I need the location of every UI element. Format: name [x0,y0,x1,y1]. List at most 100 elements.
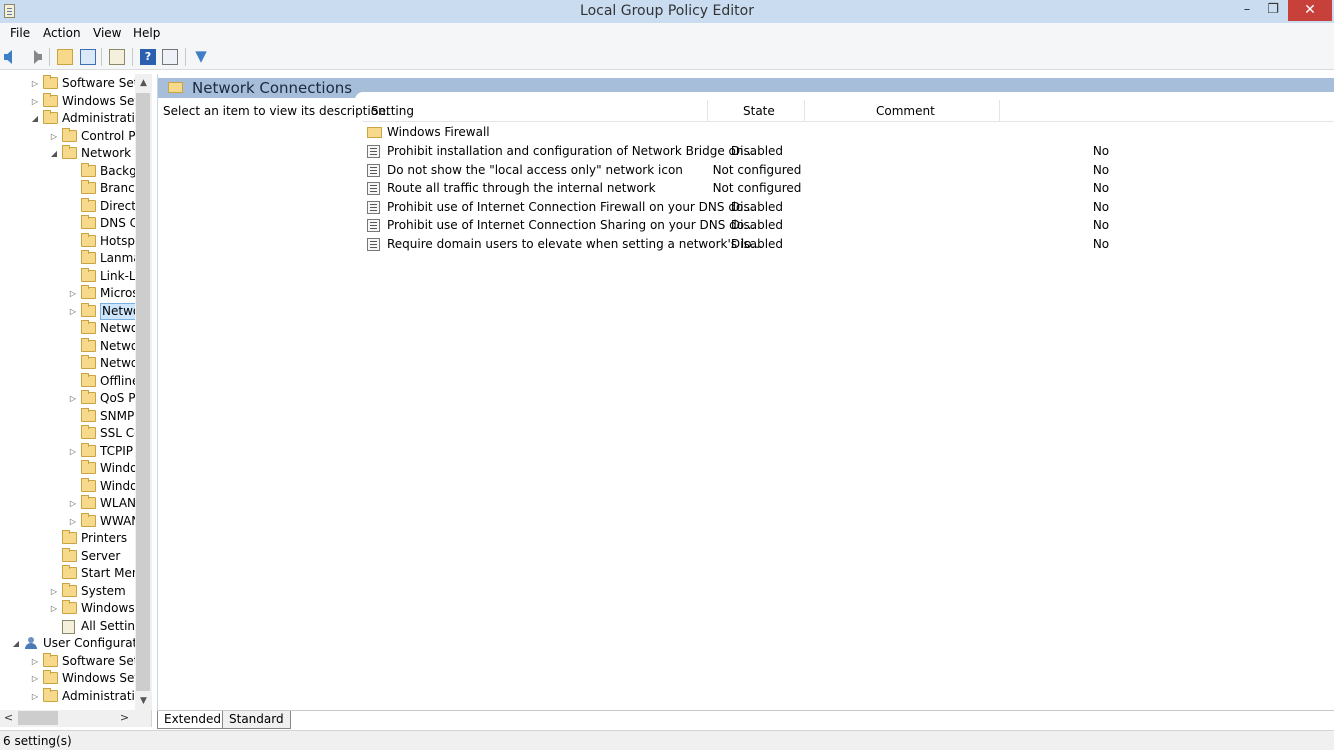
tree-horizontal-scrollbar[interactable]: < > [0,710,152,727]
folder-icon [81,180,96,194]
tree-item[interactable]: Windo [0,477,150,495]
table-row[interactable]: Prohibit installation and configuration … [367,142,1167,160]
minimize-button[interactable]: – [1236,0,1258,21]
column-comment[interactable]: Comment [876,104,935,118]
tree-item[interactable]: ▷ QoS Pa [0,390,150,407]
tab-extended[interactable]: Extended [157,711,228,729]
tree-item-label: All Setting [81,618,143,633]
tree-item[interactable]: ◢ Network [0,145,150,162]
tree-item[interactable]: Hotspo [0,232,150,250]
folder-row[interactable]: Windows Firewall [367,123,1007,141]
tree-item[interactable]: SNMP [0,407,150,425]
expander-icon[interactable]: ▷ [68,390,78,407]
expander-icon[interactable]: ▷ [49,128,59,145]
tree-item[interactable]: ▷ WLAN [0,495,150,512]
tree-item[interactable]: Start Menu [0,565,150,582]
tree-item[interactable]: ▷ Netwo [0,302,150,320]
tree-item[interactable]: Lanma [0,250,150,267]
table-row[interactable]: Prohibit use of Internet Connection Shar… [367,216,1167,234]
tree-item[interactable]: ◢ Administrative [0,110,150,127]
tree-item[interactable]: Server [0,547,150,565]
tree-item[interactable]: ▷ Windows ( [0,600,150,617]
tree-item[interactable]: Offline [0,372,150,390]
tree-item[interactable]: Backgr [0,162,150,180]
expander-icon[interactable]: ◢ [49,145,59,162]
scroll-up-arrow-icon[interactable]: ▲ [135,74,152,92]
expander-icon[interactable]: ▷ [30,653,40,670]
setting-state: Disabled [730,144,784,158]
folder-icon [43,92,58,107]
menu-action[interactable]: Action [43,26,81,40]
close-button[interactable]: ✕ [1288,0,1332,21]
tree-item[interactable]: ▷ Administrative [0,687,150,705]
tree-item[interactable]: ▷ Control Pa [0,127,150,145]
expander-icon[interactable]: ▷ [68,285,78,302]
tree-item[interactable]: ▷ Software Setti [0,75,150,92]
tree-item[interactable]: DNS C [0,215,150,232]
tree-item[interactable]: ▷ Software Setti [0,652,150,670]
scroll-left-arrow-icon[interactable]: < [0,710,17,727]
scroll-right-arrow-icon[interactable]: > [116,710,133,727]
tree-vertical-scrollbar[interactable]: ▲ ▼ [135,74,152,710]
tree-item[interactable]: All Setting [0,618,150,635]
tree-item[interactable]: ◢ User Configuratio [0,635,150,652]
back-icon[interactable] [4,49,20,65]
table-row[interactable]: Route all traffic through the internal n… [367,179,1167,197]
expander-icon[interactable]: ▷ [49,600,59,617]
export-list-icon[interactable] [109,49,125,65]
column-state[interactable]: State [743,104,775,118]
folder-icon [62,600,77,614]
folder-icon [62,565,77,579]
maximize-button[interactable]: ❐ [1261,0,1285,21]
folder-icon [81,250,96,264]
tree-item[interactable]: Printers [0,530,150,547]
menu-view[interactable]: View [93,26,121,40]
expander-icon[interactable]: ◢ [30,110,40,127]
expander-icon[interactable]: ▷ [30,670,40,687]
menu-file[interactable]: File [10,26,30,40]
expander-icon[interactable]: ▷ [30,688,40,705]
tree-item[interactable]: ▷ Micros [0,285,150,302]
policy-setting-icon [367,200,380,214]
help-icon[interactable]: ? [140,49,156,65]
tree-item[interactable]: Netwo [0,320,150,337]
filter-icon[interactable]: ▼ [193,49,209,65]
tree-item-label: Software Setti [62,653,147,668]
tree-item[interactable]: ▷ Windows Sett [0,670,150,687]
tree-item[interactable]: DirectA [0,197,150,215]
expander-icon[interactable]: ▷ [49,583,59,600]
menu-help[interactable]: Help [133,26,160,40]
tree-item-label: Netwo [100,338,139,353]
tree-item[interactable]: ▷ TCPIP [0,442,150,460]
table-row[interactable]: Prohibit use of Internet Connection Fire… [367,198,1167,216]
expander-icon[interactable]: ▷ [68,513,78,530]
tab-standard[interactable]: Standard [222,711,291,729]
expander-icon[interactable]: ▷ [68,443,78,460]
expander-icon[interactable]: ◢ [11,635,21,652]
show-hide-tree-icon[interactable] [80,49,96,65]
expander-icon[interactable]: ▷ [68,495,78,512]
column-setting[interactable]: Setting [371,104,414,118]
tree-item[interactable]: ▷ Windows Sett [0,92,150,110]
expander-icon[interactable]: ▷ [30,75,40,92]
scroll-down-arrow-icon[interactable]: ▼ [135,692,152,710]
up-folder-icon[interactable] [57,49,73,65]
tree-item[interactable]: Link-La [0,267,150,285]
expander-icon[interactable]: ▷ [30,93,40,110]
tree-item[interactable]: Netwo [0,355,150,372]
expander-icon[interactable]: ▷ [68,303,78,320]
scroll-thumb[interactable] [18,711,58,725]
properties-icon[interactable] [162,49,178,65]
tree-item-label: Netwo [100,356,139,370]
forward-icon[interactable] [26,49,42,65]
tree-item[interactable]: Branch [0,180,150,197]
scroll-thumb[interactable] [136,93,150,691]
tree-item[interactable]: Netwo [0,337,150,355]
table-row[interactable]: Require domain users to elevate when set… [367,235,1167,253]
table-row[interactable]: Do not show the "local access only" netw… [367,161,1167,179]
tree-item[interactable]: ▷ WWAN [0,512,150,530]
tree-item[interactable]: Windo [0,460,150,477]
tree-item[interactable]: ▷ System [0,582,150,600]
tree-item[interactable]: SSL Co [0,425,150,442]
tree-item-label: User Configuratio [43,636,148,650]
